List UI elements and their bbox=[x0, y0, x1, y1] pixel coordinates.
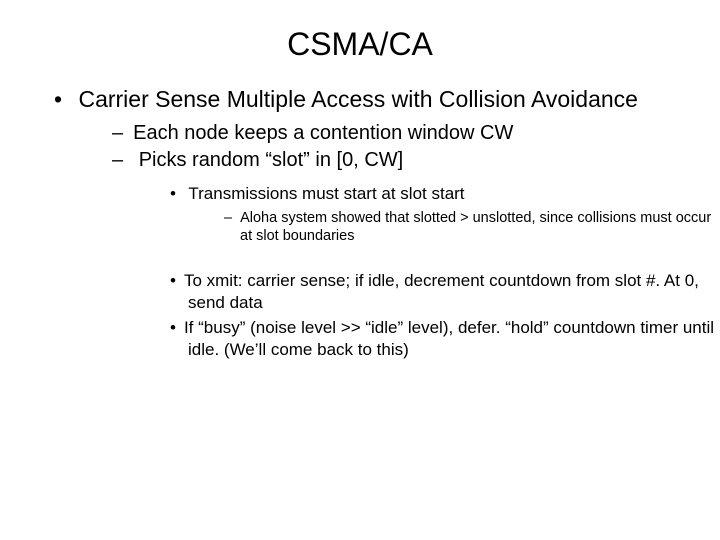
l2-text: Picks random “slot” in [0, CW] bbox=[139, 149, 404, 171]
bullet-list-level2: Each node keeps a contention window CW P… bbox=[76, 121, 720, 361]
l1-text: Carrier Sense Multiple Access with Colli… bbox=[78, 86, 638, 112]
l3-item: To xmit: carrier sense; if idle, decreme… bbox=[188, 270, 720, 314]
l2-item: Picks random “slot” in [0, CW] Transmiss… bbox=[134, 148, 720, 361]
spacer bbox=[134, 250, 720, 260]
bullet-list-level4: Aloha system showed that slotted > unslo… bbox=[188, 209, 720, 246]
l4-item: Aloha system showed that slotted > unslo… bbox=[240, 209, 720, 246]
l1-item: Carrier Sense Multiple Access with Colli… bbox=[76, 85, 720, 361]
l3-item: Transmissions must start at slot start A… bbox=[188, 183, 720, 246]
l3-item: If “busy” (noise level >> “idle” level),… bbox=[188, 317, 720, 361]
l3-text: Transmissions must start at slot start bbox=[188, 184, 464, 203]
slide: CSMA/CA Carrier Sense Multiple Access wi… bbox=[0, 0, 720, 540]
l2-item: Each node keeps a contention window CW bbox=[134, 121, 720, 146]
slide-title: CSMA/CA bbox=[0, 0, 720, 85]
bullet-list-level3: Transmissions must start at slot start A… bbox=[134, 183, 720, 246]
bullet-list-level1: Carrier Sense Multiple Access with Colli… bbox=[0, 85, 720, 361]
bullet-list-level3: To xmit: carrier sense; if idle, decreme… bbox=[134, 270, 720, 361]
